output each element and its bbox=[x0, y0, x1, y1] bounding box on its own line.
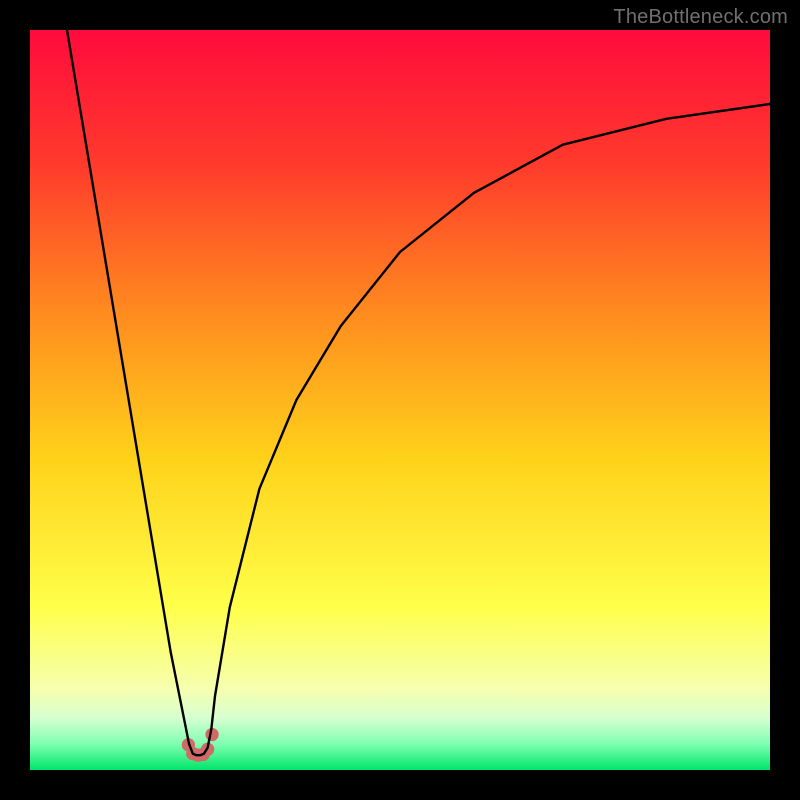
chart-svg bbox=[30, 30, 770, 770]
chart-background bbox=[30, 30, 770, 770]
plot-area bbox=[30, 30, 770, 770]
watermark-text: TheBottleneck.com bbox=[613, 6, 788, 29]
chart-frame: TheBottleneck.com bbox=[0, 0, 800, 800]
